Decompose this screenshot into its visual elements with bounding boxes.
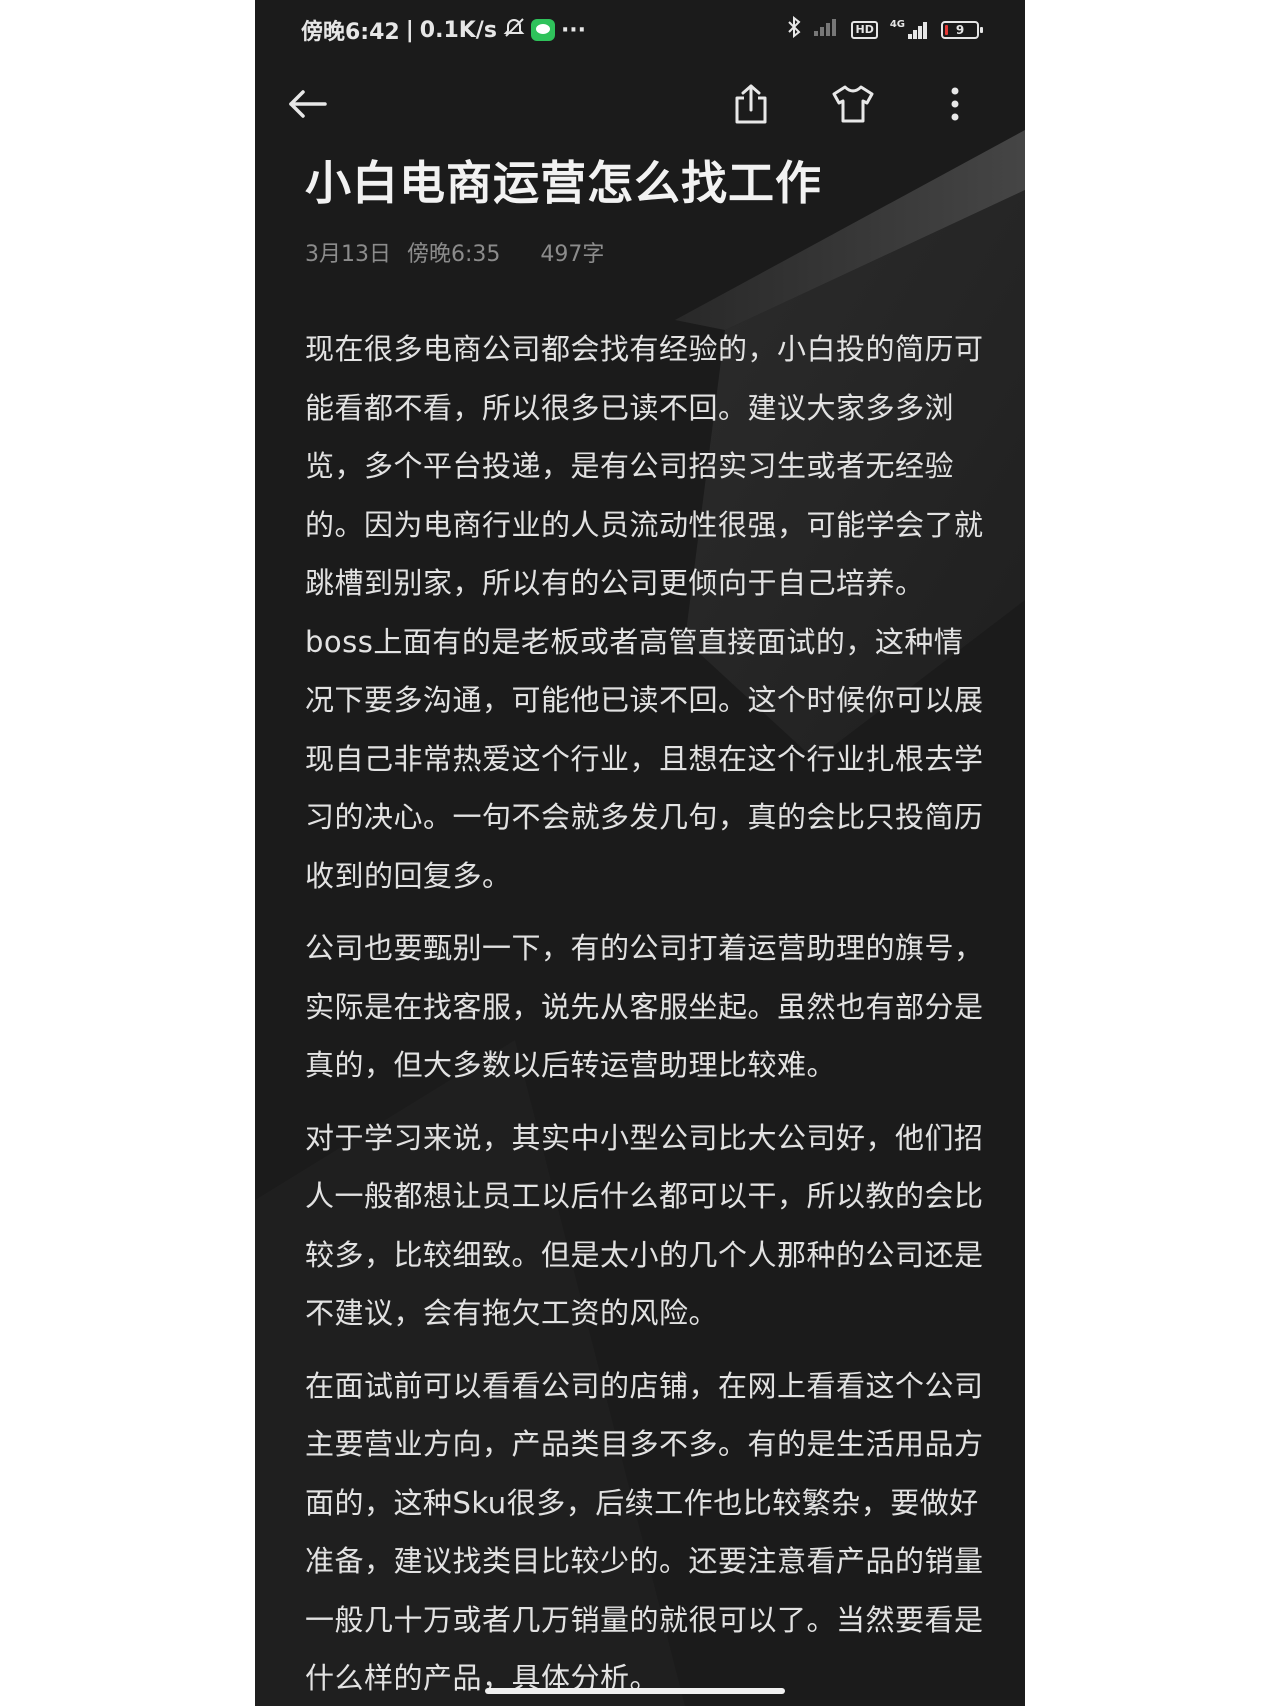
paragraph-2[interactable]: 公司也要甄别一下，有的公司打着运营助理的旗号，实际是在找客服，说先从客服坐起。虽… xyxy=(305,919,985,1095)
status-left: 傍晚6:42 | 0.1K/s ··· xyxy=(301,14,586,46)
signal-4g-icon: 4G xyxy=(890,20,929,40)
note-body[interactable]: 现在很多电商公司都会找有经验的，小白投的简历可能看都不看，所以很多已读不回。建议… xyxy=(305,320,985,1706)
mute-bell-icon xyxy=(503,16,525,44)
arrow-left-icon xyxy=(289,90,327,118)
status-bar: 傍晚6:42 | 0.1K/s ··· HD 4G 9 xyxy=(255,0,1025,62)
network-type-label: 4G xyxy=(889,19,905,30)
battery-level: 9 xyxy=(955,23,965,37)
wechat-icon xyxy=(530,19,555,41)
phone-screen: 傍晚6:42 | 0.1K/s ··· HD 4G 9 小白电商运营怎么找工作 … xyxy=(255,0,1025,1706)
network-speed: 0.1K/s xyxy=(419,17,497,43)
status-separator: | xyxy=(405,17,414,43)
back-button[interactable] xyxy=(273,70,341,138)
signal-weak-icon xyxy=(813,17,839,43)
note-meta: 3月13日 傍晚6:35 497字 xyxy=(305,236,604,268)
note-title[interactable]: 小白电商运营怎么找工作 xyxy=(305,150,985,216)
paragraph-1[interactable]: 现在很多电商公司都会找有经验的，小白投的简历可能看都不看，所以很多已读不回。建议… xyxy=(305,320,985,905)
bluetooth-icon xyxy=(787,15,801,44)
tshirt-icon xyxy=(832,85,874,123)
share-icon xyxy=(735,84,767,124)
home-indicator[interactable] xyxy=(485,1688,785,1694)
battery-fill xyxy=(945,25,948,35)
share-button[interactable] xyxy=(717,70,785,138)
hd-icon: HD xyxy=(851,21,878,39)
more-vertical-icon xyxy=(951,87,959,121)
paragraph-3[interactable]: 对于学习来说，其实中小型公司比大公司好，他们招人一般都想让员工以后什么都可以干，… xyxy=(305,1109,985,1343)
battery-icon: 9 xyxy=(941,21,983,39)
status-right: HD 4G 9 xyxy=(787,15,983,44)
toolbar xyxy=(255,70,1025,138)
more-notifications-icon: ··· xyxy=(560,17,587,43)
paragraph-4[interactable]: 在面试前可以看看公司的店铺，在网上看看这个公司主要营业方向，产品类目多不多。有的… xyxy=(305,1357,985,1706)
note-date: 3月13日 xyxy=(305,242,391,267)
more-button[interactable] xyxy=(921,70,989,138)
note-time: 傍晚6:35 xyxy=(407,242,501,267)
word-count: 497字 xyxy=(540,242,605,267)
clock: 傍晚6:42 xyxy=(301,20,400,45)
theme-button[interactable] xyxy=(819,70,887,138)
